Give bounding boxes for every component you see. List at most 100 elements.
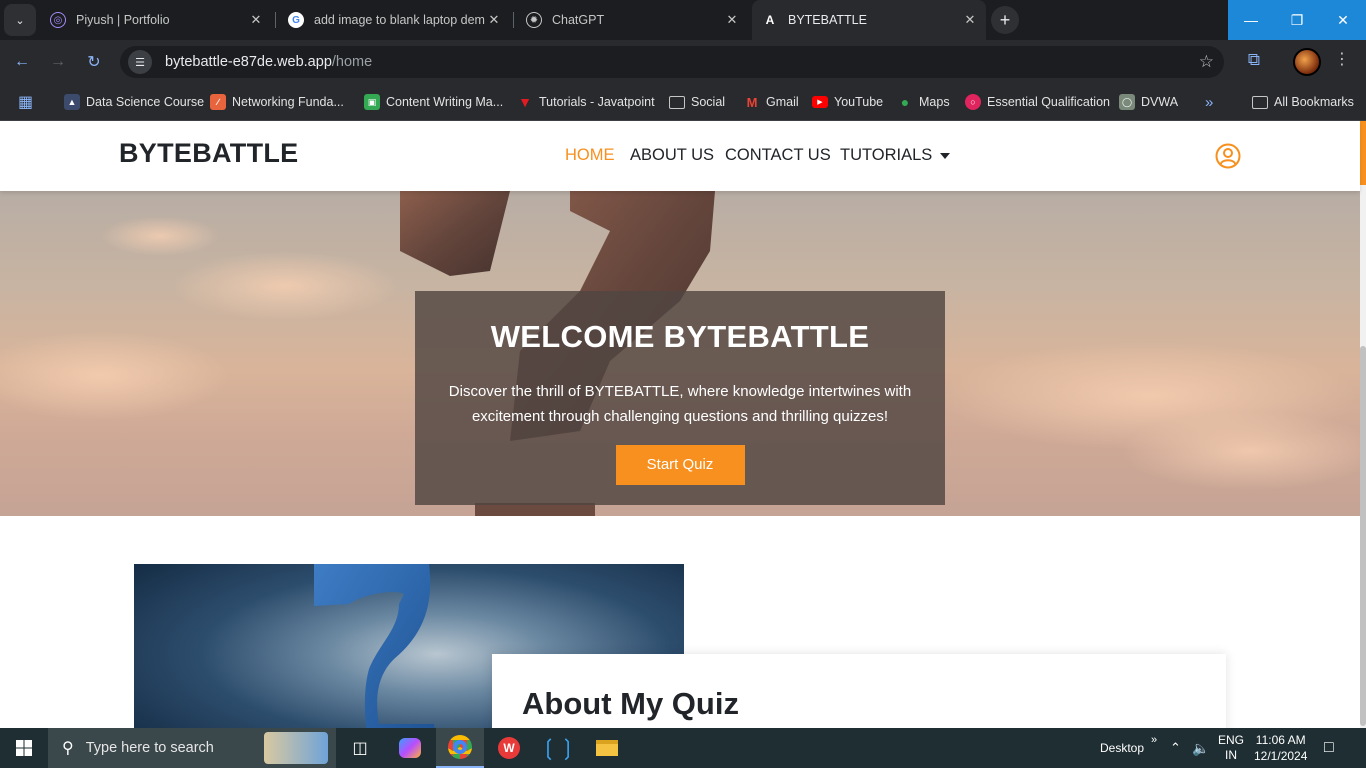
start-quiz-button[interactable]: Start Quiz xyxy=(615,445,745,485)
tab-chatgpt[interactable]: ✹ ChatGPT ✕ xyxy=(516,4,748,36)
close-icon[interactable]: ✕ xyxy=(486,12,502,28)
all-bookmarks-folder[interactable]: All Bookmarks xyxy=(1252,91,1354,113)
close-window-icon[interactable]: ✕ xyxy=(1320,0,1366,40)
file-explorer-icon[interactable] xyxy=(583,728,631,768)
nav-tutorials-label: TUTORIALS xyxy=(840,146,933,164)
more-bookmarks-chevron-icon[interactable]: » xyxy=(1205,91,1213,113)
tab-search-chevron-icon[interactable]: ⌄ xyxy=(4,4,36,36)
gmail-icon: M xyxy=(746,94,758,110)
notifications-icon[interactable]: □ xyxy=(1324,728,1334,768)
tab-divider xyxy=(275,12,276,28)
close-icon[interactable]: ✕ xyxy=(962,12,978,28)
nav-contact-link[interactable]: CONTACT US xyxy=(725,146,831,165)
site-navbar: BYTEBATTLE HOME ABOUT US CONTACT US TUTO… xyxy=(0,121,1360,191)
bookmark-maps[interactable]: ● Maps xyxy=(897,91,950,113)
site-brand[interactable]: BYTEBATTLE xyxy=(119,138,299,169)
browser-menu-icon[interactable]: ⋮ xyxy=(1334,52,1350,68)
hero-title: WELCOME BYTEBATTLE xyxy=(490,319,870,354)
bookmark-networking[interactable]: ∕ Networking Funda... xyxy=(210,91,344,113)
maps-pin-icon: ● xyxy=(900,94,910,110)
close-icon[interactable]: ✕ xyxy=(248,12,264,28)
bookmark-folder-social[interactable]: Social xyxy=(669,91,725,113)
folder-icon xyxy=(1252,95,1268,109)
bookmark-content-writing[interactable]: ▣ Content Writing Ma... xyxy=(364,91,503,113)
scrollbar-thumb[interactable] xyxy=(1360,346,1366,726)
tab-title: Piyush | Portfolio xyxy=(76,13,170,27)
windows-start-icon[interactable] xyxy=(16,740,32,756)
hero-description: Discover the thrill of BYTEBATTLE, where… xyxy=(448,383,912,425)
bookmark-favicon: ▲ xyxy=(64,94,80,110)
show-hidden-icons-chevron[interactable]: ⌃ xyxy=(1170,728,1181,768)
toolbar-expand-chevron-icon[interactable]: » xyxy=(1151,720,1157,760)
browser-tab-strip: ⌄ ◎ Piyush | Portfolio ✕ G add image to … xyxy=(0,0,1366,40)
site-info-tune-icon[interactable]: ☰ xyxy=(128,50,152,74)
minimize-icon[interactable]: — xyxy=(1228,0,1274,40)
new-tab-plus-icon[interactable]: + xyxy=(991,6,1019,34)
bookmark-label: Networking Funda... xyxy=(232,95,344,109)
extensions-puzzle-icon[interactable]: ⧉ xyxy=(1243,49,1265,71)
input-language-indicator[interactable]: ENG IN xyxy=(1218,728,1244,768)
close-icon[interactable]: ✕ xyxy=(724,12,740,28)
bookmark-data-science[interactable]: ▲ Data Science Course xyxy=(64,91,204,113)
language-code: ENG xyxy=(1218,733,1245,747)
bookmark-label: Tutorials - Javatpoint xyxy=(539,95,655,109)
hero-cloud xyxy=(170,251,400,321)
scroll-progress-indicator xyxy=(1360,121,1366,185)
profile-avatar[interactable] xyxy=(1293,48,1321,76)
windows-taskbar: ⚲ Type here to search ◫ W ❲❳ Desktop » ⌃… xyxy=(0,728,1366,768)
hero-banner: WELCOME BYTEBATTLE Discover the thrill o… xyxy=(0,191,1360,516)
hero-cloud xyxy=(1120,411,1360,491)
restore-icon[interactable]: ❐ xyxy=(1274,0,1320,40)
bookmark-essential-qualification[interactable]: ○ Essential Qualification xyxy=(965,91,1110,113)
url-host: bytebattle-e87de.web.app xyxy=(165,54,332,70)
search-icon: ⚲ xyxy=(62,740,74,757)
bookmark-star-icon[interactable]: ☆ xyxy=(1199,52,1214,72)
nav-home-link[interactable]: HOME xyxy=(565,146,615,165)
copilot-icon[interactable] xyxy=(386,728,434,768)
address-bar[interactable]: ☰ bytebattle-e87de.web.app/home ☆ xyxy=(120,46,1224,78)
system-clock[interactable]: 11:06 AM 12/1/2024 xyxy=(1254,728,1307,768)
bookmark-javatpoint[interactable]: ▼ Tutorials - Javatpoint xyxy=(517,91,655,113)
tab-google-search[interactable]: G add image to blank laptop dem ✕ xyxy=(278,4,510,36)
bookmark-label: All Bookmarks xyxy=(1274,95,1354,109)
bookmark-label: Social xyxy=(691,95,726,109)
page-scrollbar[interactable] xyxy=(1360,121,1366,728)
bookmark-favicon: ○ xyxy=(965,94,981,110)
tab-bytebattle[interactable]: A BYTEBATTLE ✕ xyxy=(752,0,986,40)
portfolio-favicon: ◎ xyxy=(50,12,66,28)
nav-tutorials-dropdown[interactable]: TUTORIALS xyxy=(840,146,951,165)
about-title: About My Quiz xyxy=(522,686,739,721)
browser-toolbar: ← → ↻ ☰ bytebattle-e87de.web.app/home ☆ xyxy=(0,40,1366,84)
back-arrow-icon[interactable]: ← xyxy=(8,48,36,76)
folder-icon xyxy=(669,95,685,109)
desktop-toolbar-label[interactable]: Desktop xyxy=(1100,728,1144,768)
tab-portfolio[interactable]: ◎ Piyush | Portfolio ✕ xyxy=(40,4,272,36)
bookmark-favicon: ▼ xyxy=(518,94,532,110)
tab-title: ChatGPT xyxy=(552,13,605,27)
bookmark-favicon: ∕ xyxy=(210,94,226,110)
user-account-icon[interactable] xyxy=(1215,143,1241,169)
bookmark-gmail[interactable]: M Gmail xyxy=(744,91,799,113)
task-view-icon[interactable]: ◫ xyxy=(336,728,384,768)
bookmark-label: Data Science Course xyxy=(86,95,205,109)
volume-speaker-icon[interactable]: 🔈 xyxy=(1192,728,1209,768)
bookmark-youtube[interactable]: ▶ YouTube xyxy=(812,91,883,113)
nav-about-link[interactable]: ABOUT US xyxy=(630,146,714,165)
bookmark-dvwa[interactable]: ◯ DVWA xyxy=(1119,91,1178,113)
bookmark-favicon: ◯ xyxy=(1119,94,1135,110)
bookmark-label: Content Writing Ma... xyxy=(386,95,504,109)
google-favicon: G xyxy=(288,12,304,28)
wps-office-icon[interactable]: W xyxy=(485,728,533,768)
apps-grid-icon[interactable]: ▦ xyxy=(18,91,33,113)
bytebattle-favicon: A xyxy=(765,13,775,27)
taskbar-search-box[interactable]: ⚲ Type here to search xyxy=(48,728,336,768)
hero-cloud xyxy=(100,216,220,256)
caret-down-icon xyxy=(940,152,951,159)
reload-icon[interactable]: ↻ xyxy=(80,48,108,76)
chrome-taskbar-icon[interactable] xyxy=(436,728,484,768)
forward-arrow-icon[interactable]: → xyxy=(44,48,72,76)
vscode-icon[interactable]: ❲❳ xyxy=(534,728,582,768)
chatgpt-favicon: ✹ xyxy=(526,12,542,28)
bookmark-label: YouTube xyxy=(834,95,884,109)
hero-cloud xyxy=(0,331,230,421)
